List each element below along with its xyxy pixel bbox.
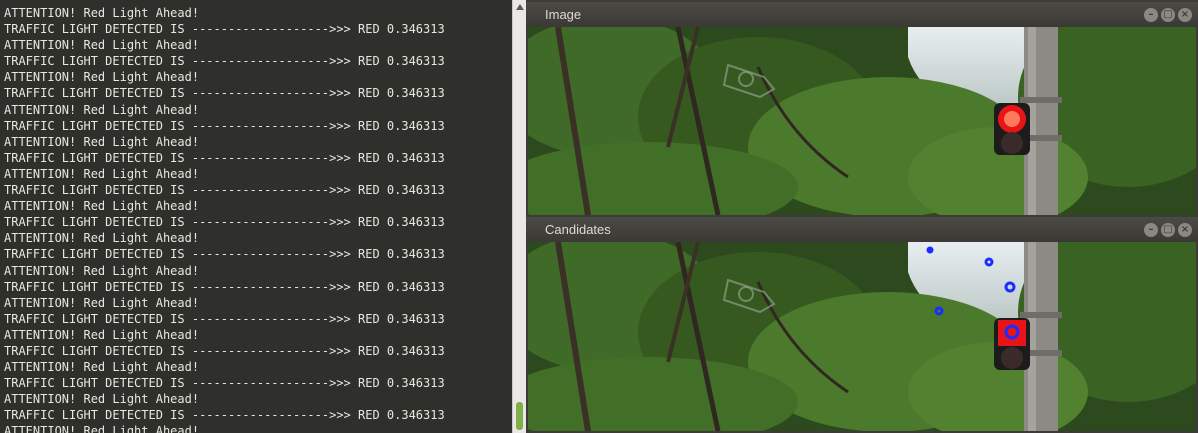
- terminal-line: ATTENTION! Red Light Ahead!: [4, 424, 200, 433]
- close-icon[interactable]: ×: [1178, 8, 1192, 22]
- candidate-marker: [926, 246, 934, 254]
- terminal-window[interactable]: ATTENTION! Red Light Ahead! TRAFFIC LIGHT…: [0, 0, 512, 433]
- terminal-line: TRAFFIC LIGHT DETECTED IS --------------…: [4, 279, 445, 294]
- terminal-line: ATTENTION! Red Light Ahead!: [4, 263, 200, 278]
- forest-traffic-light-image: [528, 27, 1196, 215]
- terminal-line: TRAFFIC LIGHT DETECTED IS --------------…: [4, 183, 445, 198]
- minimize-icon[interactable]: –: [1144, 223, 1158, 237]
- close-icon[interactable]: ×: [1178, 223, 1192, 237]
- terminal-line: ATTENTION! Red Light Ahead!: [4, 327, 200, 342]
- terminal-line: ATTENTION! Red Light Ahead!: [4, 70, 200, 85]
- terminal-line: ATTENTION! Red Light Ahead!: [4, 392, 200, 407]
- candidates-window-title: Candidates: [545, 222, 611, 237]
- terminal-line: TRAFFIC LIGHT DETECTED IS --------------…: [4, 118, 445, 133]
- scroll-thumb[interactable]: [516, 402, 523, 430]
- terminal-line: TRAFFIC LIGHT DETECTED IS --------------…: [4, 408, 445, 423]
- terminal-output: ATTENTION! Red Light Ahead! TRAFFIC LIGHT…: [4, 5, 510, 433]
- terminal-line: ATTENTION! Red Light Ahead!: [4, 38, 200, 53]
- terminal-line: TRAFFIC LIGHT DETECTED IS --------------…: [4, 215, 445, 230]
- terminal-line: ATTENTION! Red Light Ahead!: [4, 199, 200, 214]
- terminal-line: TRAFFIC LIGHT DETECTED IS --------------…: [4, 86, 445, 101]
- terminal-line: TRAFFIC LIGHT DETECTED IS --------------…: [4, 376, 445, 391]
- terminal-line: ATTENTION! Red Light Ahead!: [4, 134, 200, 149]
- image-canvas: [528, 27, 1196, 215]
- image-window-titlebar[interactable]: Image: [526, 2, 1198, 27]
- terminal-line: TRAFFIC LIGHT DETECTED IS --------------…: [4, 22, 445, 37]
- candidates-window-controls: – □ ×: [1144, 223, 1192, 237]
- terminal-line: ATTENTION! Red Light Ahead!: [4, 295, 200, 310]
- candidates-window-titlebar[interactable]: Candidates: [526, 217, 1198, 242]
- candidates-canvas: [528, 242, 1196, 431]
- image-window[interactable]: Image – □ ×: [526, 2, 1198, 215]
- terminal-line: TRAFFIC LIGHT DETECTED IS --------------…: [4, 247, 445, 262]
- terminal-scrollbar[interactable]: [512, 0, 526, 433]
- terminal-line: ATTENTION! Red Light Ahead!: [4, 231, 200, 246]
- image-window-controls: – □ ×: [1144, 8, 1192, 22]
- candidates-window[interactable]: Candidates – □ ×: [526, 217, 1198, 433]
- candidates-image: [528, 242, 1196, 431]
- maximize-icon[interactable]: □: [1161, 223, 1175, 237]
- scroll-up-icon[interactable]: [516, 4, 524, 10]
- minimize-icon[interactable]: –: [1144, 8, 1158, 22]
- terminal-line: TRAFFIC LIGHT DETECTED IS --------------…: [4, 150, 445, 165]
- terminal-line: ATTENTION! Red Light Ahead!: [4, 6, 200, 20]
- terminal-line: TRAFFIC LIGHT DETECTED IS --------------…: [4, 54, 445, 69]
- terminal-line: TRAFFIC LIGHT DETECTED IS --------------…: [4, 311, 445, 326]
- terminal-line: ATTENTION! Red Light Ahead!: [4, 360, 200, 375]
- terminal-line: ATTENTION! Red Light Ahead!: [4, 166, 200, 181]
- maximize-icon[interactable]: □: [1161, 8, 1175, 22]
- terminal-line: ATTENTION! Red Light Ahead!: [4, 102, 200, 117]
- terminal-line: TRAFFIC LIGHT DETECTED IS --------------…: [4, 343, 445, 358]
- image-window-title: Image: [545, 7, 582, 22]
